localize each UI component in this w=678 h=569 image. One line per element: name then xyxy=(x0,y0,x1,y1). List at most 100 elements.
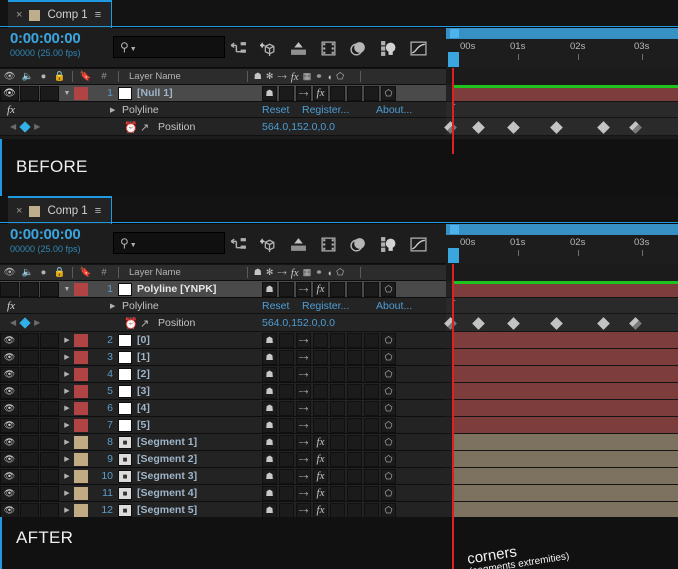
3d-layer-icon[interactable]: ⬠ xyxy=(381,281,396,297)
table-row[interactable]: 👁 ▶ 7 [5] ☗ ⤍ ⬠ xyxy=(0,417,446,434)
expand-triangle-icon[interactable]: ▼ xyxy=(60,90,74,97)
3d-layer-icon[interactable]: ⬠ xyxy=(381,502,396,518)
layer-visibility-icon[interactable]: 👁 xyxy=(0,85,19,101)
quality-icon[interactable]: ⤍ xyxy=(296,400,311,416)
property-name[interactable]: Position xyxy=(158,317,195,329)
layer-visibility-icon[interactable] xyxy=(0,281,19,297)
layer-label-color[interactable] xyxy=(74,503,88,517)
track-row-layer[interactable] xyxy=(446,468,678,485)
audio-toggle[interactable] xyxy=(20,400,39,416)
expand-triangle-icon[interactable]: ▶ xyxy=(60,336,74,344)
layer-duration-bar[interactable] xyxy=(452,502,678,518)
shy-icon[interactable]: ☗ xyxy=(262,366,277,382)
layer-duration-bar[interactable] xyxy=(452,383,678,399)
layer-visibility-icon[interactable]: 👁 xyxy=(0,332,19,348)
motion-blur-icon[interactable] xyxy=(380,40,397,57)
effects-toggle-icon[interactable] xyxy=(313,332,328,348)
table-row[interactable]: 👁 ▶ 3 [1] ☗ ⤍ ⬠ xyxy=(0,349,446,366)
adjustment-layer-toggle[interactable] xyxy=(364,400,379,416)
effect-name[interactable]: Polyline xyxy=(122,300,159,312)
draft-3d-icon[interactable] xyxy=(290,236,307,253)
collapse-transformations-toggle[interactable] xyxy=(279,502,294,518)
collapse-transformations-toggle[interactable] xyxy=(279,400,294,416)
solo-toggle[interactable] xyxy=(40,85,59,101)
layer-name[interactable]: [0] xyxy=(137,334,150,346)
quality-icon[interactable]: ⤍ xyxy=(296,434,311,450)
effect-about-link[interactable]: About... xyxy=(376,300,412,312)
work-area-start-handle[interactable] xyxy=(450,29,459,38)
audio-toggle[interactable] xyxy=(20,468,39,484)
keyframe-3[interactable] xyxy=(550,121,563,134)
frame-blend-toggle[interactable] xyxy=(330,366,345,382)
collapse-transformations-toggle[interactable] xyxy=(279,366,294,382)
solo-toggle[interactable] xyxy=(40,281,59,297)
effect-row[interactable]: fx ▶ Polyline Reset Register... About... xyxy=(0,298,446,314)
layer-label-color[interactable] xyxy=(74,86,88,100)
motion-blur-toggle[interactable] xyxy=(347,332,362,348)
effects-toggle-icon[interactable]: fx xyxy=(313,281,328,297)
adjustment-layer-toggle[interactable] xyxy=(364,332,379,348)
adjustment-layer-toggle[interactable] xyxy=(364,434,379,450)
quality-icon[interactable]: ⤍ xyxy=(296,281,311,297)
playhead-line[interactable] xyxy=(452,68,454,154)
playhead-line[interactable] xyxy=(452,264,454,569)
keyframe-5[interactable] xyxy=(629,317,642,330)
track-row-effect[interactable]: ⌠ xyxy=(446,102,678,118)
after-comp-tab[interactable]: × Comp 1 ≡ xyxy=(8,196,113,224)
layer-name[interactable]: Polyline [YNPK] xyxy=(137,283,216,295)
adjustment-layer-toggle[interactable] xyxy=(364,502,379,518)
audio-toggle[interactable] xyxy=(20,434,39,450)
track-row-layer[interactable] xyxy=(446,349,678,366)
layer-label-color[interactable] xyxy=(74,333,88,347)
audio-toggle[interactable] xyxy=(20,349,39,365)
table-row[interactable]: 👁 ▶ 8 ■ [Segment 1] ☗ ⤍ fx ⬠ xyxy=(0,434,446,451)
frame-blend-toggle[interactable] xyxy=(330,485,345,501)
track-row-property[interactable] xyxy=(444,314,678,332)
expand-triangle-icon[interactable]: ▶ xyxy=(60,353,74,361)
3d-layer-icon[interactable]: ⬠ xyxy=(381,383,396,399)
previous-keyframe-icon[interactable]: ◀ xyxy=(10,318,16,327)
frame-blend-toggle[interactable] xyxy=(330,349,345,365)
keyframe-toggle-icon[interactable] xyxy=(19,120,31,133)
collapse-transformations-toggle[interactable] xyxy=(279,485,294,501)
effect-expand-triangle-icon[interactable]: ▶ xyxy=(110,106,115,114)
frame-blend-toggle[interactable] xyxy=(330,332,345,348)
expand-triangle-icon[interactable]: ▶ xyxy=(60,421,74,429)
layer-name[interactable]: [2] xyxy=(137,368,150,380)
after-time-ruler[interactable]: 00s 01s 02s 03s xyxy=(446,224,678,264)
3d-layer-icon[interactable]: ⬠ xyxy=(381,366,396,382)
3d-layer-icon[interactable]: ⬠ xyxy=(381,485,396,501)
table-row[interactable]: 👁 ▶ 9 ■ [Segment 2] ☗ ⤍ fx ⬠ xyxy=(0,451,446,468)
hide-shy-layers-icon[interactable] xyxy=(320,236,337,253)
search-input[interactable]: ⚲ ▼ xyxy=(113,232,225,254)
frame-blending-icon[interactable] xyxy=(350,236,367,253)
layer-label-color[interactable] xyxy=(74,435,88,449)
work-area-bar[interactable] xyxy=(446,28,678,39)
hide-shy-layers-icon[interactable] xyxy=(320,40,337,57)
3d-layer-icon[interactable]: ⬠ xyxy=(381,400,396,416)
effects-toggle-icon[interactable]: fx xyxy=(313,434,328,450)
panel-menu-icon[interactable]: ≡ xyxy=(95,205,101,217)
layer-duration-bar[interactable] xyxy=(452,349,678,365)
effects-toggle-icon[interactable]: fx xyxy=(313,502,328,518)
motion-blur-toggle[interactable] xyxy=(347,85,362,101)
close-icon[interactable]: × xyxy=(16,9,22,21)
work-area-start-handle[interactable] xyxy=(450,225,459,234)
collapse-transformations-toggle[interactable] xyxy=(279,383,294,399)
motion-blur-toggle[interactable] xyxy=(347,468,362,484)
layer-label-color[interactable] xyxy=(74,486,88,500)
keyframe-0[interactable] xyxy=(444,121,457,134)
adjustment-layer-toggle[interactable] xyxy=(364,85,379,101)
motion-blur-toggle[interactable] xyxy=(347,417,362,433)
keyframe-navigator[interactable]: ◀ ▶ xyxy=(10,120,40,133)
quality-icon[interactable]: ⤍ xyxy=(296,417,311,433)
work-area-bar[interactable] xyxy=(446,224,678,235)
layer-duration-bar[interactable] xyxy=(452,468,678,484)
table-row[interactable]: 👁 ▶ 6 [4] ☗ ⤍ ⬠ xyxy=(0,400,446,417)
solo-toggle[interactable] xyxy=(40,485,59,501)
frame-blend-toggle[interactable] xyxy=(330,417,345,433)
shy-icon[interactable]: ☗ xyxy=(262,85,277,101)
frame-blending-icon[interactable] xyxy=(350,40,367,57)
layer-duration-bar[interactable] xyxy=(452,451,678,467)
solo-toggle[interactable] xyxy=(40,502,59,518)
